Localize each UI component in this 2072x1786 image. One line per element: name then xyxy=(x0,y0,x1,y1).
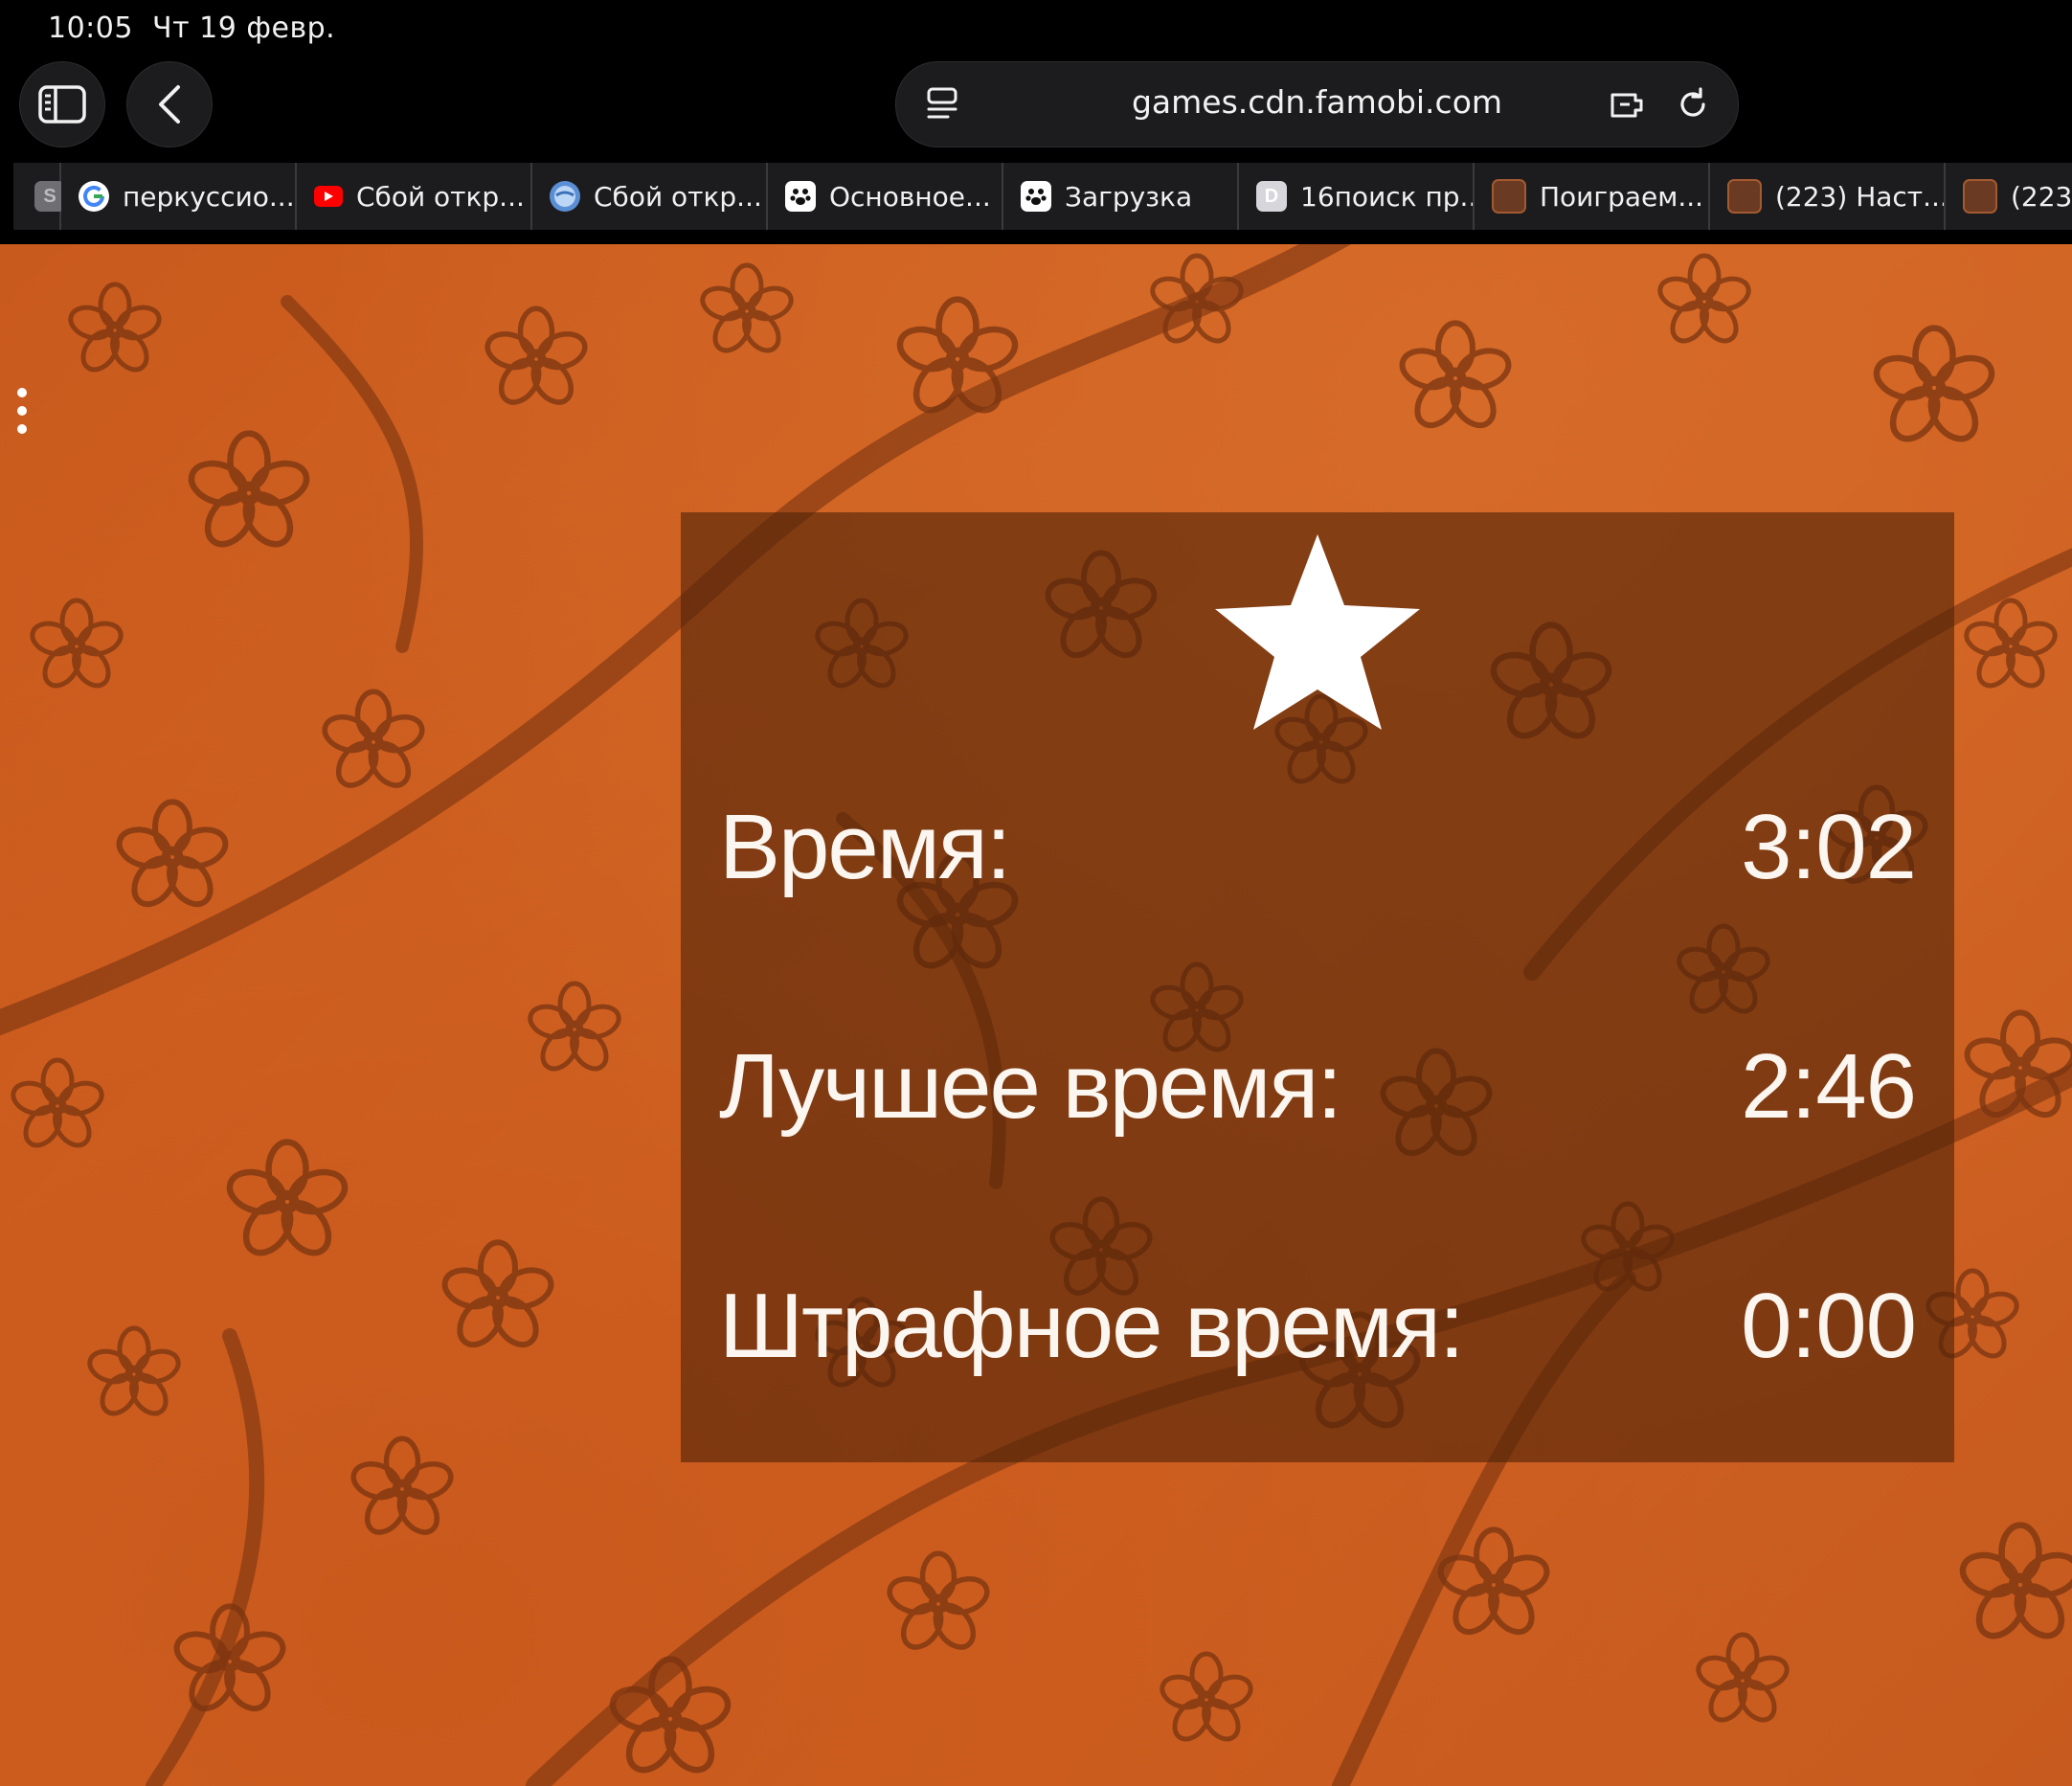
game-thumb-icon xyxy=(1727,179,1762,214)
star-icon xyxy=(1215,534,1420,730)
tab-8-title: (223) Наст... xyxy=(1775,180,1944,213)
best-time-label: Лучшее время: xyxy=(719,1035,1342,1138)
tab-4-title: Основное... xyxy=(829,180,991,213)
time-value: 3:02 xyxy=(1741,796,1917,898)
back-button[interactable] xyxy=(126,61,213,147)
tab-1[interactable]: перкуссио... xyxy=(61,163,297,230)
game-canvas[interactable]: Время: 3:02 Лучшее время: 2:46 Штрафное … xyxy=(0,244,2072,1786)
result-row-best-time: Лучшее время: 2:46 xyxy=(719,1034,1917,1149)
sidebar-icon xyxy=(38,85,86,124)
tab-1-title: перкуссио... xyxy=(123,180,295,213)
tab-0[interactable]: S xyxy=(13,163,65,230)
tab-strip: S перкуссио... Сбой откр... Сбой откр...… xyxy=(13,163,2072,230)
google-icon xyxy=(79,181,109,212)
tab-9-title: (223) Су xyxy=(2011,180,2072,213)
status-bar-clock: 10:05 Чт 19 февр. xyxy=(48,11,335,45)
reload-icon[interactable] xyxy=(1672,83,1714,125)
youtube-icon xyxy=(314,186,343,207)
best-time-value: 2:46 xyxy=(1741,1035,1917,1138)
tab-3[interactable]: Сбой откр... xyxy=(532,163,768,230)
game-thumb-icon xyxy=(1492,179,1526,214)
chevron-left-icon xyxy=(159,85,180,124)
game-thumb-icon xyxy=(1963,179,1997,214)
globe-blue-icon xyxy=(550,181,580,212)
paw-icon xyxy=(785,181,816,212)
paw-icon xyxy=(1021,181,1051,212)
status-date: Чт 19 февр. xyxy=(152,11,336,45)
tab-7[interactable]: Поиграем... xyxy=(1475,163,1710,230)
tab-6[interactable]: D 16поиск пр... xyxy=(1239,163,1475,230)
more-options-icon[interactable] xyxy=(13,388,31,445)
tab-6-title: 16поиск пр... xyxy=(1300,180,1473,213)
tab-2-title: Сбой откр... xyxy=(356,180,525,213)
result-row-penalty-time: Штрафное время: 0:00 xyxy=(719,1274,1917,1389)
tab-4[interactable]: Основное... xyxy=(768,163,1003,230)
penalty-time-label: Штрафное время: xyxy=(719,1275,1465,1377)
tab-5-title: Загрузка xyxy=(1065,180,1193,213)
penalty-time-value: 0:00 xyxy=(1741,1275,1917,1377)
tab-5[interactable]: Загрузка xyxy=(1003,163,1239,230)
extension-icon[interactable] xyxy=(1607,83,1649,125)
time-label: Время: xyxy=(719,796,1011,898)
results-panel: Время: 3:02 Лучшее время: 2:46 Штрафное … xyxy=(681,512,1954,1462)
tab-7-title: Поиграем... xyxy=(1540,180,1704,213)
tab-2[interactable]: Сбой откр... xyxy=(297,163,532,230)
result-row-time: Время: 3:02 xyxy=(719,795,1917,910)
tab-8[interactable]: (223) Наст... xyxy=(1710,163,1946,230)
tab-3-title: Сбой откр... xyxy=(594,180,762,213)
sidebar-toggle-button[interactable] xyxy=(19,61,105,147)
status-time: 10:05 xyxy=(48,11,133,45)
address-bar[interactable]: games.cdn.famobi.com xyxy=(895,61,1739,147)
tab-9[interactable]: (223) Су xyxy=(1946,163,2072,230)
d-letter-icon: D xyxy=(1256,181,1287,212)
browser-chrome: 10:05 Чт 19 февр. games.cdn.famobi.com S… xyxy=(0,0,2072,244)
